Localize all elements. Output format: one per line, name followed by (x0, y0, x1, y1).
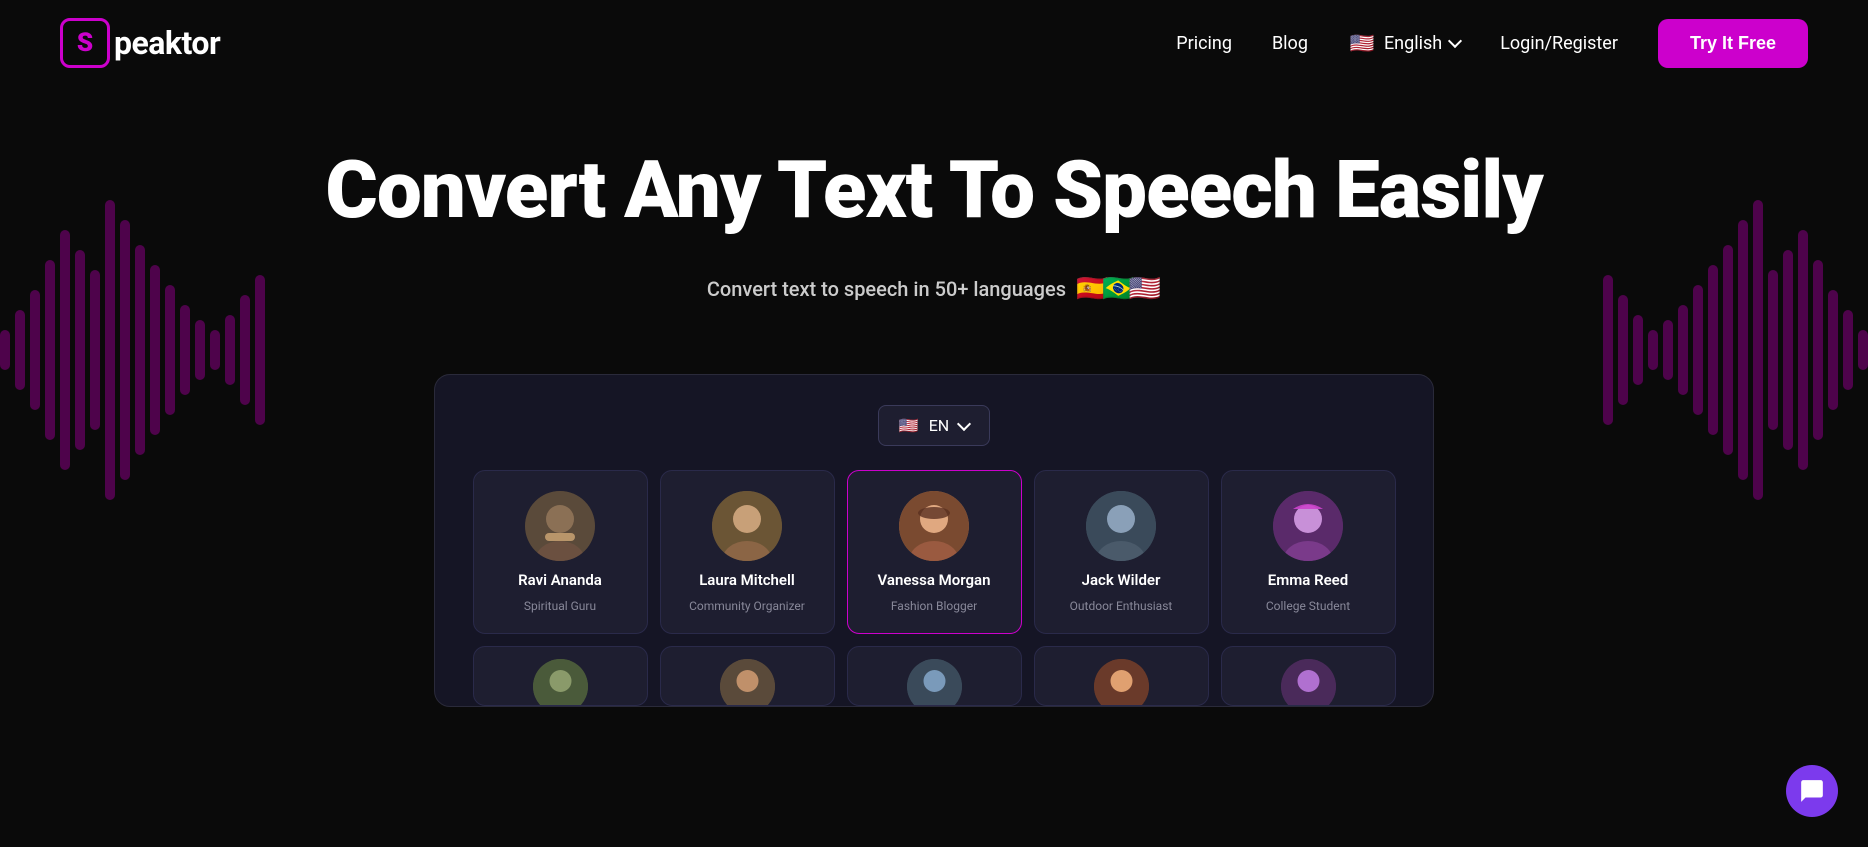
voice-card-jack[interactable]: Jack Wilder Outdoor Enthusiast (1034, 470, 1209, 634)
voice-card-small-3[interactable] (847, 646, 1022, 706)
voice-avatar-vanessa (899, 491, 969, 561)
pricing-link[interactable]: Pricing (1176, 33, 1232, 54)
voice-role-emma: College Student (1266, 599, 1350, 613)
hero-section: Convert Any Text To Speech Easily Conver… (0, 86, 1868, 374)
voice-avatar-jack (1086, 491, 1156, 561)
voice-avatar-emma (1273, 491, 1343, 561)
try-it-free-button[interactable]: Try It Free (1658, 19, 1808, 68)
language-selector[interactable]: 🇺🇸 English (1348, 29, 1460, 57)
voice-card-laura[interactable]: Laura Mitchell Community Organizer (660, 470, 835, 634)
logo-text: peaktor (114, 24, 220, 62)
chat-widget[interactable] (1786, 765, 1838, 817)
voice-card-emma[interactable]: Emma Reed College Student (1221, 470, 1396, 634)
voice-name-vanessa: Vanessa Morgan (878, 571, 991, 589)
voices-grid-second (465, 646, 1403, 706)
voice-card-vanessa[interactable]: Vanessa Morgan Fashion Blogger (847, 470, 1022, 634)
lang-dropdown[interactable]: 🇺🇸 EN (878, 405, 990, 446)
voice-avatar-small-1 (533, 659, 588, 706)
voices-grid: Ravi Ananda Spiritual Guru Laura Mitchel… (465, 470, 1403, 634)
lang-selector: 🇺🇸 EN (465, 405, 1403, 446)
hero-subtitle-text: Convert text to speech in 50+ languages (707, 277, 1066, 301)
navbar: S peaktor Pricing Blog 🇺🇸 English Login/… (0, 0, 1868, 86)
app-lang-code: EN (929, 416, 950, 435)
hero-subtitle: Convert text to speech in 50+ languages … (20, 274, 1848, 304)
voice-avatar-laura (712, 491, 782, 561)
voice-role-ravi: Spiritual Guru (524, 599, 596, 613)
chevron-down-icon (1448, 34, 1462, 48)
logo-icon: S (60, 18, 110, 68)
nav-right: Pricing Blog 🇺🇸 English Login/Register T… (1176, 19, 1808, 68)
voice-name-jack: Jack Wilder (1082, 571, 1161, 589)
voice-card-small-1[interactable] (473, 646, 648, 706)
voice-avatar-small-4 (1094, 659, 1149, 706)
voice-card-ravi[interactable]: Ravi Ananda Spiritual Guru (473, 470, 648, 634)
language-label: English (1384, 33, 1442, 54)
voice-role-jack: Outdoor Enthusiast (1070, 599, 1173, 613)
voice-name-laura: Laura Mitchell (699, 571, 795, 589)
hero-title: Convert Any Text To Speech Easily (20, 146, 1848, 234)
logo[interactable]: S peaktor (60, 18, 220, 68)
voice-card-small-5[interactable] (1221, 646, 1396, 706)
voice-card-small-2[interactable] (660, 646, 835, 706)
voice-card-small-4[interactable] (1034, 646, 1209, 706)
voice-avatar-ravi (525, 491, 595, 561)
voice-role-vanessa: Fashion Blogger (891, 599, 977, 613)
voice-role-laura: Community Organizer (689, 599, 805, 613)
login-register-link[interactable]: Login/Register (1500, 33, 1618, 54)
flag-us: 🇺🇸 (1129, 274, 1161, 304)
voice-avatar-small-5 (1281, 659, 1336, 706)
voice-name-ravi: Ravi Ananda (518, 571, 602, 589)
voice-avatar-small-2 (720, 659, 775, 706)
voice-avatar-small-3 (907, 659, 962, 706)
blog-link[interactable]: Blog (1272, 33, 1308, 54)
voice-name-emma: Emma Reed (1268, 571, 1348, 589)
app-chevron-icon (957, 416, 971, 430)
app-demo: 🇺🇸 EN Ravi Ananda Spiritual Guru (434, 374, 1434, 707)
app-flag-icon: 🇺🇸 (899, 416, 919, 435)
flags-group: 🇪🇸 🇧🇷 🇺🇸 (1082, 274, 1161, 304)
flag-icon: 🇺🇸 (1348, 29, 1376, 57)
